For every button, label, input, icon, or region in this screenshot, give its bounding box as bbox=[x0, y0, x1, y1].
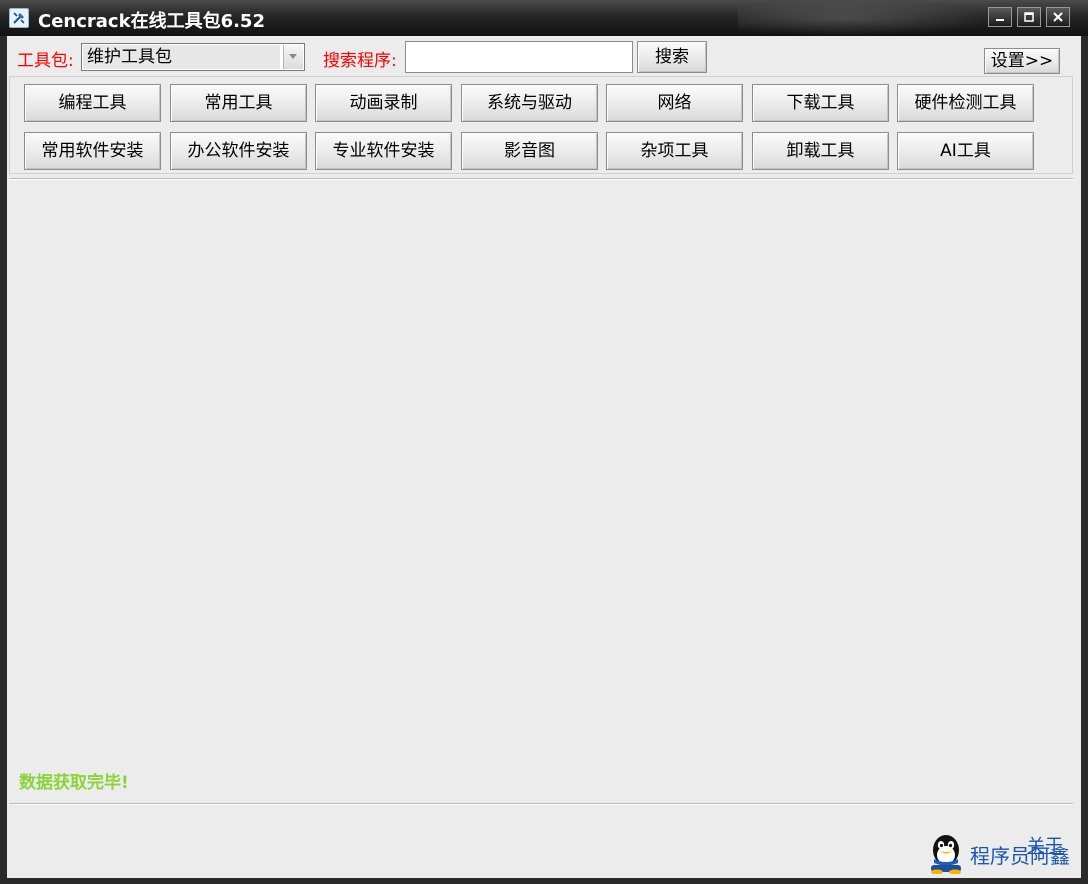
category-button-common-software-install[interactable]: 常用软件安装 bbox=[24, 132, 161, 170]
category-panel: 编程工具 常用工具 动画录制 系统与驱动 网络 下载工具 硬件检测工具 常用软件… bbox=[9, 76, 1073, 174]
toolkit-select-value: 维护工具包 bbox=[83, 45, 280, 69]
category-button-uninstall-tools[interactable]: 卸载工具 bbox=[752, 132, 889, 170]
close-icon bbox=[1053, 12, 1063, 22]
category-button-office-software-install[interactable]: 办公软件安装 bbox=[170, 132, 307, 170]
search-label: 搜索程序: bbox=[323, 51, 397, 71]
app-window: Cencrack在线工具包6.52 工具包: 维护工具包 搜索程序: 搜索 设置… bbox=[0, 0, 1088, 884]
category-button-programming[interactable]: 编程工具 bbox=[24, 84, 161, 122]
minimize-icon bbox=[996, 19, 1004, 21]
chevron-down-icon bbox=[289, 54, 297, 59]
toolkit-select[interactable]: 维护工具包 bbox=[81, 43, 305, 71]
category-button-hardware-detection[interactable]: 硬件检测工具 bbox=[897, 84, 1034, 122]
category-button-media[interactable]: 影音图 bbox=[461, 132, 598, 170]
settings-button[interactable]: 设置>> bbox=[984, 48, 1060, 74]
about-link[interactable]: 关于 bbox=[1027, 832, 1063, 858]
category-button-screen-recording[interactable]: 动画录制 bbox=[315, 84, 452, 122]
search-button[interactable]: 搜索 bbox=[637, 41, 707, 73]
category-button-professional-software-install[interactable]: 专业软件安装 bbox=[315, 132, 452, 170]
category-button-misc-tools[interactable]: 杂项工具 bbox=[606, 132, 743, 170]
divider-top bbox=[9, 178, 1073, 180]
title-bar[interactable]: Cencrack在线工具包6.52 bbox=[0, 0, 1088, 36]
category-button-system-drivers[interactable]: 系统与驱动 bbox=[461, 84, 598, 122]
dropdown-arrow-button[interactable] bbox=[283, 45, 303, 69]
toolkit-label: 工具包: bbox=[17, 51, 74, 71]
status-message: 数据获取完毕! bbox=[19, 773, 129, 793]
title-bar-decoration bbox=[738, 0, 998, 36]
maximize-button[interactable] bbox=[1017, 7, 1041, 27]
minimize-button[interactable] bbox=[988, 7, 1012, 27]
maximize-icon bbox=[1024, 12, 1034, 22]
category-button-network[interactable]: 网络 bbox=[606, 84, 743, 122]
window-title: Cencrack在线工具包6.52 bbox=[38, 11, 265, 32]
search-input[interactable] bbox=[405, 41, 633, 73]
main-panel: 工具包: 维护工具包 搜索程序: 搜索 设置>> 编程工具 常用工具 动画录制 … bbox=[7, 36, 1081, 878]
penguin-avatar-icon bbox=[931, 835, 961, 874]
close-button[interactable] bbox=[1046, 7, 1070, 27]
category-button-common-tools[interactable]: 常用工具 bbox=[170, 84, 307, 122]
category-button-ai-tools[interactable]: AI工具 bbox=[897, 132, 1034, 170]
category-button-download-tools[interactable]: 下载工具 bbox=[752, 84, 889, 122]
divider-bottom bbox=[9, 803, 1073, 805]
app-logo-icon[interactable] bbox=[9, 8, 29, 28]
tool-list-area[interactable] bbox=[9, 182, 1073, 802]
